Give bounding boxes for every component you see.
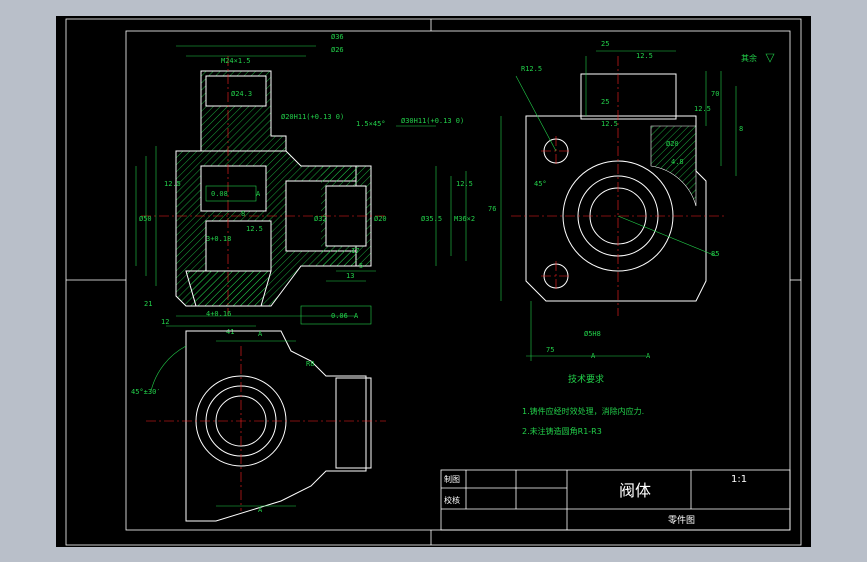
side-view: 25 12.5 25 12.5 R12.5 Ø20 4.8 8 12.5 45°…	[488, 40, 775, 361]
dim-label: R8	[306, 360, 314, 368]
dim-label: Ø20	[374, 215, 387, 223]
dim-label: 21	[144, 300, 152, 308]
drawing-canvas[interactable]: Ø36 Ø26 M24×1.5 Ø24.3 Ø20H11(+0.13 0) 1.…	[56, 16, 811, 547]
front-view: Ø36 Ø26 M24×1.5 Ø24.3 Ø20H11(+0.13 0) 1.…	[135, 33, 475, 336]
bottom-view: A 45°±30′ R8 A	[131, 330, 386, 522]
roughness-other-label: 其余	[741, 53, 757, 63]
dim-label: A	[646, 352, 651, 360]
dim-label: Ø32	[314, 215, 327, 223]
dim-label: 25	[601, 40, 609, 48]
dim-label: Ø20H11(+0.13 0)	[281, 113, 344, 121]
dim-label: Ø20	[666, 140, 679, 148]
dim-label: Ø26	[331, 46, 344, 54]
roughness-symbol-icon	[765, 53, 775, 63]
dim-label: Ø35.5	[421, 215, 442, 223]
dim-label: 12.5	[601, 120, 618, 128]
dim-label: 12.5	[636, 52, 653, 60]
dim-label: 45°	[534, 180, 547, 188]
dim-label: 85	[711, 250, 719, 258]
dim-label: 75	[546, 346, 554, 354]
dim-label: 0.08	[211, 190, 228, 198]
dim-label: M36×2	[454, 215, 475, 223]
dim-label: 70	[711, 90, 719, 98]
dim-label: R12.5	[521, 65, 542, 73]
technical-notes: 技术要求 1.铸件应经时效处理，消除内应力. 2.未注铸造圆角R1-R3	[522, 373, 644, 436]
dim-label: M24×1.5	[221, 57, 251, 65]
dim-label: 12.5	[694, 105, 711, 113]
dim-label: 12	[161, 318, 169, 326]
dim-label: 12.5	[246, 225, 263, 233]
scale-value: 1:1	[731, 474, 747, 485]
dim-label: Ø36	[331, 33, 344, 41]
drawing-type: 零件图	[668, 514, 695, 526]
dim-label: 0.06	[331, 312, 348, 320]
dim-label: 4+0.16	[206, 310, 231, 318]
dim-label: 3+0.18	[206, 235, 231, 243]
dim-label: 76	[488, 205, 496, 213]
dim-label: 8	[241, 210, 245, 218]
dim-label: 12.5	[164, 180, 181, 188]
dim-label: Ø5H8	[584, 330, 601, 338]
dim-label: Ø24.3	[231, 90, 252, 98]
part-name: 阀体	[619, 481, 651, 500]
cad-drawing: Ø36 Ø26 M24×1.5 Ø24.3 Ø20H11(+0.13 0) 1.…	[65, 18, 802, 546]
dim-label: 8	[739, 125, 743, 133]
note-item: 1.铸件应经时效处理，消除内应力.	[522, 406, 644, 416]
drawn-label: 制图	[444, 474, 460, 484]
dim-label: 5	[359, 262, 363, 270]
dim-label: 17	[351, 247, 359, 255]
dim-label: 12.5	[456, 180, 473, 188]
dim-label: A	[354, 312, 359, 320]
dim-label: 25	[601, 98, 609, 106]
title-block: 制图 校核 阀体 1:1 零件图	[440, 469, 791, 531]
checked-label: 校核	[444, 495, 460, 505]
dim-label: 45°±30′	[131, 388, 161, 396]
notes-title: 技术要求	[568, 373, 604, 385]
dim-label: 41	[226, 328, 234, 336]
dim-label: Ø30H11(+0.13 0)	[401, 117, 464, 125]
dim-label: 1.5×45°	[356, 120, 386, 128]
dim-label: Ø50	[139, 215, 152, 223]
dim-label: 13	[346, 272, 354, 280]
note-item: 2.未注铸造圆角R1-R3	[522, 426, 602, 436]
dim-label: 4.8	[671, 158, 684, 166]
